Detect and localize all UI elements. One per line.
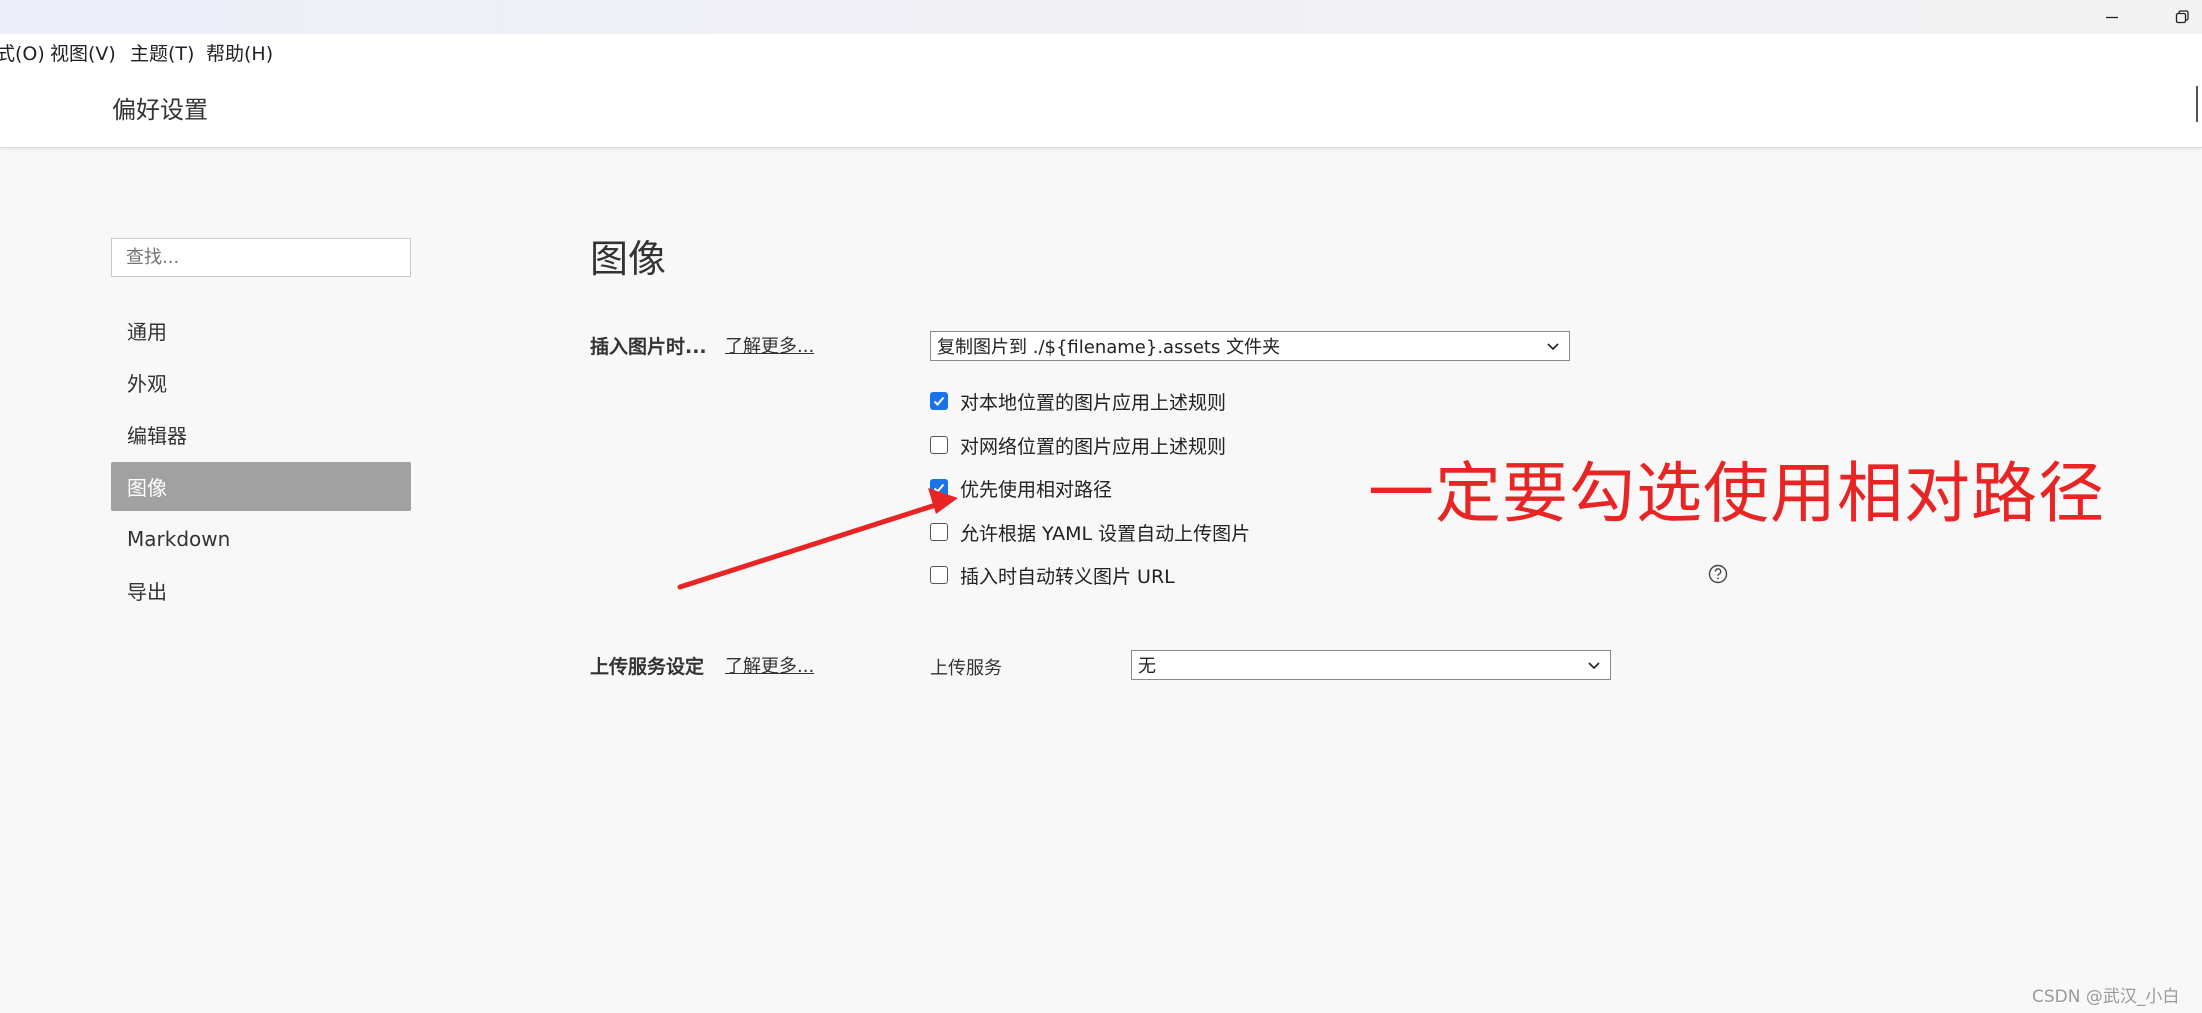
checkbox-unchecked[interactable] [930, 566, 948, 584]
sidebar-item-markdown[interactable]: Markdown [111, 514, 411, 563]
menu-help[interactable]: 帮助(H) [206, 39, 273, 66]
search-input[interactable] [111, 238, 411, 277]
help-icon[interactable] [1708, 564, 1728, 584]
sidebar-item-appearance[interactable]: 外观 [111, 358, 411, 407]
preferences-header: 偏好设置 [0, 66, 2202, 148]
option-label: 允许根据 YAML 设置自动上传图片 [960, 522, 1251, 545]
restore-icon [2175, 10, 2189, 24]
insert-learn-more-link[interactable]: 了解更多... [725, 332, 814, 358]
check-icon [933, 396, 945, 406]
checkbox-unchecked[interactable] [930, 523, 948, 541]
scrollbar[interactable] [2196, 86, 2198, 122]
option-relative-path[interactable]: 优先使用相对路径 [930, 474, 1112, 502]
option-label: 对网络位置的图片应用上述规则 [960, 435, 1227, 458]
upload-service-select-value: 无 [1138, 656, 1156, 677]
checkbox-unchecked[interactable] [930, 436, 948, 454]
menu-format[interactable]: 式(O) [0, 39, 45, 66]
upload-service-label: 上传服务设定 [590, 656, 705, 678]
chevron-down-icon [1547, 343, 1559, 351]
restore-button[interactable] [2152, 0, 2202, 34]
annotation-text: 一定要勾选使用相对路径 [1368, 455, 2105, 532]
page-title: 偏好设置 [112, 96, 208, 124]
option-yaml-upload[interactable]: 允许根据 YAML 设置自动上传图片 [930, 518, 1250, 546]
chevron-down-icon [1588, 662, 1600, 670]
option-label: 插入时自动转义图片 URL [960, 565, 1175, 588]
upload-service-field-label: 上传服务 [930, 658, 1002, 679]
menu-bar: 式(O) 视图(V) 主题(T) 帮助(H) [0, 34, 2202, 66]
sidebar-item-general[interactable]: 通用 [111, 306, 411, 355]
upload-service-select[interactable]: 无 [1131, 650, 1611, 680]
checkbox-checked[interactable] [930, 392, 948, 410]
option-local-images[interactable]: 对本地位置的图片应用上述规则 [930, 387, 1226, 415]
insert-image-select[interactable]: 复制图片到 ./${filename}.assets 文件夹 [930, 331, 1570, 361]
minimize-button[interactable] [2082, 0, 2142, 34]
watermark: CSDN @武汉_小白 [2032, 987, 2180, 1007]
upload-learn-more-link[interactable]: 了解更多... [725, 652, 814, 678]
option-label: 优先使用相对路径 [960, 478, 1113, 501]
checkbox-checked[interactable] [930, 479, 948, 497]
check-icon [933, 483, 945, 493]
sidebar-item-editor[interactable]: 编辑器 [111, 410, 411, 459]
minimize-icon [2106, 16, 2118, 19]
sidebar-item-image[interactable]: 图像 [111, 462, 411, 511]
option-network-images[interactable]: 对网络位置的图片应用上述规则 [930, 431, 1226, 459]
insert-image-label: 插入图片时... [590, 336, 707, 358]
menu-theme[interactable]: 主题(T) [130, 39, 194, 66]
option-label: 对本地位置的图片应用上述规则 [960, 391, 1227, 414]
title-bar [0, 0, 2202, 34]
insert-image-select-value: 复制图片到 ./${filename}.assets 文件夹 [937, 337, 1281, 358]
option-escape-url[interactable]: 插入时自动转义图片 URL [930, 561, 1175, 589]
section-title: 图像 [590, 237, 667, 281]
menu-view[interactable]: 视图(V) [50, 39, 116, 66]
sidebar-item-export[interactable]: 导出 [111, 566, 411, 615]
